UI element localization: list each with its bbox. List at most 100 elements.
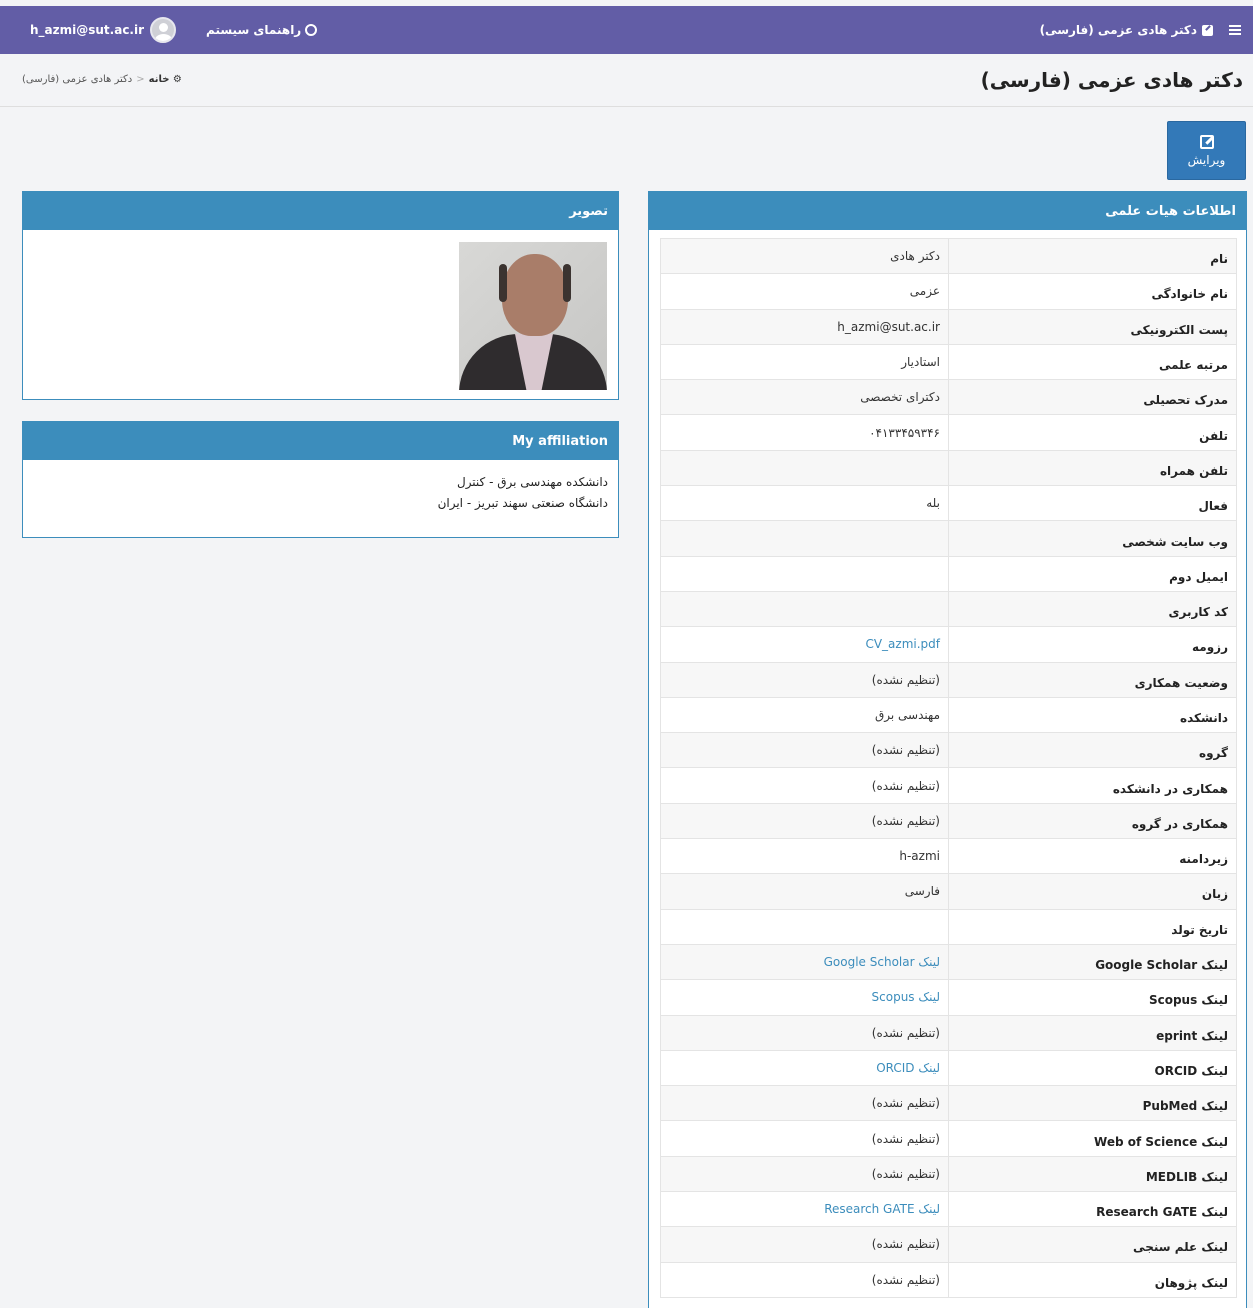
table-row: لینک PubMed (تنظیم نشده)	[660, 1085, 1237, 1122]
field-value: (تنظیم نشده)	[660, 732, 949, 769]
edit-square-icon	[1202, 24, 1213, 36]
table-row: زیردامنه h-azmi	[660, 838, 1237, 875]
field-value: h-azmi	[660, 838, 949, 875]
table-row: لینک MEDLIB (تنظیم نشده)	[660, 1155, 1237, 1193]
field-label: لینک MEDLIB	[948, 1155, 1237, 1193]
field-label: لینک eprint	[948, 1014, 1237, 1051]
field-value: h_azmi@sut.ac.ir	[660, 308, 949, 345]
field-link[interactable]: لینک Scopus	[660, 979, 949, 1016]
field-value: مهندسی برق	[660, 696, 949, 734]
breadcrumb-current: دکتر هادی عزمی (فارسی)	[22, 74, 133, 85]
globe-icon	[305, 24, 318, 36]
table-row: کد کاربری	[660, 590, 1237, 628]
field-value: (تنظیم نشده)	[660, 802, 949, 840]
edit-button[interactable]: ویرایش	[1167, 121, 1246, 180]
field-link[interactable]: لینک Research GATE	[660, 1191, 949, 1228]
table-row: نام خانوادگی عزمی	[660, 273, 1237, 310]
table-row: تلفن ۰۴۱۳۳۴۵۹۳۴۶	[660, 414, 1237, 451]
field-value: (تنظیم نشده)	[660, 1226, 949, 1263]
affiliation-line: دانشگاه صنعتی سهند تبریز - ایران	[437, 496, 608, 510]
table-row: رزومه CV_azmi.pdf	[660, 626, 1237, 663]
table-row: لینک Google Scholar لینک Google Scholar	[660, 943, 1237, 981]
field-label: نام	[948, 237, 1237, 275]
field-value: ۰۴۱۳۳۴۵۹۳۴۶	[660, 414, 949, 451]
profile-photo	[459, 242, 607, 390]
menu-toggle-icon[interactable]	[1229, 25, 1241, 35]
field-value: دکترای تخصصی	[660, 379, 949, 416]
field-label: فعال	[948, 485, 1237, 522]
field-label: تلفن	[948, 414, 1237, 451]
table-row: لینک eprint (تنظیم نشده)	[660, 1014, 1237, 1051]
field-value: استادیار	[660, 343, 949, 381]
table-row: پست الکترونیکی h_azmi@sut.ac.ir	[660, 308, 1237, 345]
field-label: نام خانوادگی	[948, 273, 1237, 310]
field-label: رزومه	[948, 626, 1237, 663]
photo-panel: تصویر	[22, 191, 619, 400]
field-label: دانشکده	[948, 696, 1237, 734]
field-label: لینک PubMed	[948, 1085, 1237, 1122]
field-value	[660, 520, 949, 557]
avatar	[150, 17, 177, 43]
field-link[interactable]: لینک ORCID	[660, 1049, 949, 1087]
top-navbar: h_azmi@sut.ac.ir راهنمای سیستم دکتر هادی…	[0, 6, 1253, 54]
table-row: فعال بله	[660, 485, 1237, 522]
field-value	[660, 449, 949, 487]
edit-button-label: ویرایش	[1187, 152, 1226, 167]
breadcrumb-home-label: خانه	[148, 74, 170, 85]
field-label: زبان	[948, 873, 1237, 910]
field-link[interactable]: لینک Google Scholar	[660, 943, 949, 981]
table-row: گروه (تنظیم نشده)	[660, 732, 1237, 769]
field-label: مدرک تحصیلی	[948, 379, 1237, 416]
field-value: (تنظیم نشده)	[660, 1120, 949, 1157]
field-label: وضعیت همکاری	[948, 661, 1237, 698]
table-row: لینک Scopus لینک Scopus	[660, 979, 1237, 1016]
field-label: زیردامنه	[948, 838, 1237, 875]
table-row: مدرک تحصیلی دکترای تخصصی	[660, 379, 1237, 416]
field-label: وب سایت شخصی	[948, 520, 1237, 557]
field-label: لینک علم سنجی	[948, 1226, 1237, 1263]
field-label: همکاری در دانشکده	[948, 767, 1237, 804]
field-value: بله	[660, 485, 949, 522]
field-value	[660, 555, 949, 592]
field-label: تلفن همراه	[948, 449, 1237, 487]
field-label: پست الکترونیکی	[948, 308, 1237, 345]
breadcrumb: ⚙ خانه < دکتر هادی عزمی (فارسی)	[22, 74, 182, 85]
navbar-left-group: h_azmi@sut.ac.ir راهنمای سیستم	[30, 6, 318, 54]
field-label: تاریخ تولد	[948, 908, 1237, 945]
affiliation-panel: My affiliation دانشکده مهندسی برق - کنتر…	[22, 421, 619, 538]
field-label: همکاری در گروه	[948, 802, 1237, 840]
field-value: (تنظیم نشده)	[660, 767, 949, 804]
faculty-info-panel-title: اطلاعات هیات علمی	[649, 192, 1246, 230]
field-value: (تنظیم نشده)	[660, 661, 949, 698]
faculty-info-panel: اطلاعات هیات علمی نام دکتر هادی نام خانواد…	[648, 191, 1247, 1308]
table-row: لینک Web of Science (تنظیم نشده)	[660, 1120, 1237, 1157]
system-help-link[interactable]: راهنمای سیستم	[206, 23, 318, 37]
table-row: لینک ORCID لینک ORCID	[660, 1049, 1237, 1087]
table-row: وضعیت همکاری (تنظیم نشده)	[660, 661, 1237, 698]
field-value: دکتر هادی	[660, 237, 949, 275]
page-header: دکتر هادی عزمی (فارسی) ⚙ خانه < دکتر هاد…	[0, 54, 1253, 107]
field-value: (تنظیم نشده)	[660, 1261, 949, 1298]
brand-link[interactable]: دکتر هادی عزمی (فارسی)	[1040, 23, 1213, 37]
breadcrumb-home[interactable]: ⚙ خانه	[149, 74, 182, 85]
table-row: لینک علم سنجی (تنظیم نشده)	[660, 1226, 1237, 1263]
field-label: مرتبه علمی	[948, 343, 1237, 381]
field-label: لینک پژوهان	[948, 1261, 1237, 1298]
table-row: لینک Research GATE لینک Research GATE	[660, 1191, 1237, 1228]
table-row: همکاری در گروه (تنظیم نشده)	[660, 802, 1237, 840]
affiliation-line: دانشکده مهندسی برق - کنترل	[456, 475, 608, 489]
affiliation-panel-title: My affiliation	[23, 422, 618, 460]
table-row: نام دکتر هادی	[660, 237, 1237, 275]
affiliation-list: دانشکده مهندسی برق - کنترل دانشگاه صنعتی…	[438, 472, 608, 514]
field-value: عزمی	[660, 273, 949, 310]
user-menu[interactable]: h_azmi@sut.ac.ir	[30, 17, 177, 43]
field-label: ایمیل دوم	[948, 555, 1237, 592]
dashboard-icon: ⚙	[172, 74, 182, 85]
table-row: همکاری در دانشکده (تنظیم نشده)	[660, 767, 1237, 804]
table-row: لینک پژوهان (تنظیم نشده)	[660, 1261, 1237, 1298]
edit-icon	[1199, 134, 1214, 149]
photo-panel-title: تصویر	[23, 192, 618, 230]
field-label: گروه	[948, 732, 1237, 769]
navbar-right-group: دکتر هادی عزمی (فارسی)	[1040, 6, 1241, 54]
field-link[interactable]: CV_azmi.pdf	[660, 626, 949, 663]
